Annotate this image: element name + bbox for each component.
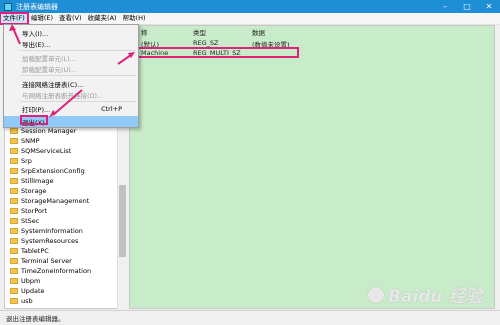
- tree-item[interactable]: SQMServiceList: [10, 146, 71, 156]
- column-header-name[interactable]: 称: [141, 27, 148, 37]
- folder-icon: [10, 178, 18, 184]
- tree-item[interactable]: StillImage: [10, 176, 53, 186]
- menu-item-load-hive[interactable]: 加载配置单元(L)...: [4, 52, 138, 63]
- folder-icon: [10, 258, 18, 264]
- file-dropdown-menu: 导入(I)... 导出(E)... 加载配置单元(L)... 卸载配置单元(U)…: [3, 24, 139, 128]
- folder-icon: [10, 228, 18, 234]
- menu-view[interactable]: 查看(V): [56, 13, 85, 24]
- folder-icon: [10, 278, 18, 284]
- baidu-watermark: Baidu 经验: [368, 282, 482, 307]
- menu-separator: [20, 50, 136, 51]
- value-row-highlight: [135, 47, 299, 58]
- menu-item-print[interactable]: 打印(P)... Ctrl+P: [4, 103, 138, 114]
- maximize-button[interactable]: □: [456, 0, 478, 13]
- tree-item[interactable]: Storage: [10, 186, 46, 196]
- tree-item[interactable]: Update: [10, 286, 45, 296]
- menu-separator: [20, 101, 136, 102]
- menu-item-disconnect-network-registry[interactable]: 与网络注册表断开连接(D)...: [4, 89, 138, 100]
- folder-icon: [10, 248, 18, 254]
- tree-item[interactable]: SrpExtensionConfig: [10, 166, 85, 176]
- tree-item[interactable]: Ubpm: [10, 276, 40, 286]
- tree-item[interactable]: TabletPC: [10, 246, 49, 256]
- menu-item-connect-network-registry[interactable]: 连接网络注册表(C)...: [4, 78, 138, 89]
- tree-item[interactable]: StorageManagement: [10, 196, 89, 206]
- baidu-paw-icon: [368, 286, 384, 303]
- tree-scrollbar-thumb[interactable]: [119, 185, 126, 257]
- folder-icon: [10, 188, 18, 194]
- tree-item[interactable]: SNMP: [10, 136, 40, 146]
- minimize-button[interactable]: –: [434, 0, 456, 13]
- exit-highlight-box: [20, 115, 48, 125]
- menu-help[interactable]: 帮助(H): [120, 13, 149, 24]
- window-title: 注册表编辑器: [16, 2, 58, 11]
- tree-item[interactable]: StSec: [10, 216, 39, 226]
- title-bar: 注册表编辑器 – □ ✕: [0, 0, 500, 13]
- folder-icon: [10, 168, 18, 174]
- status-bar: 退出注册表编辑器。: [0, 310, 500, 325]
- menu-item-import[interactable]: 导入(I)...: [4, 27, 138, 38]
- regedit-app-icon: [4, 2, 12, 11]
- column-header-data[interactable]: 数据: [252, 27, 265, 37]
- folder-icon: [10, 158, 18, 164]
- value-type: REG_SZ: [193, 39, 219, 47]
- folder-icon: [10, 208, 18, 214]
- tree-item[interactable]: StorPort: [10, 206, 47, 216]
- values-pane[interactable]: [129, 25, 495, 309]
- window-controls: – □ ✕: [434, 0, 500, 13]
- tree-item[interactable]: SystemInformation: [10, 226, 83, 236]
- folder-icon: [10, 128, 18, 134]
- menu-edit[interactable]: 编辑(E): [28, 13, 56, 24]
- tree-item[interactable]: usb: [10, 296, 33, 306]
- menu-separator: [20, 75, 136, 76]
- folder-icon: [10, 268, 18, 274]
- tree-item[interactable]: TimeZoneInformation: [10, 266, 91, 276]
- folder-icon: [10, 238, 18, 244]
- menu-file[interactable]: 文件(F): [0, 12, 29, 25]
- column-header-type[interactable]: 类型: [193, 27, 206, 37]
- folder-icon: [10, 288, 18, 294]
- folder-icon: [10, 148, 18, 154]
- menu-favorites[interactable]: 收藏夹(A): [85, 13, 120, 24]
- status-text: 退出注册表编辑器。: [6, 315, 65, 323]
- menu-item-export[interactable]: 导出(E)...: [4, 38, 138, 49]
- folder-icon: [10, 138, 18, 144]
- close-button[interactable]: ✕: [478, 0, 500, 13]
- folder-icon: [10, 218, 18, 224]
- folder-icon: [10, 298, 18, 304]
- folder-icon: [10, 198, 18, 204]
- tree-item[interactable]: SystemResources: [10, 236, 78, 246]
- tree-item[interactable]: Terminal Server: [10, 256, 72, 266]
- menu-item-unload-hive[interactable]: 卸载配置单元(U)...: [4, 63, 138, 74]
- tree-item[interactable]: Srp: [10, 156, 32, 166]
